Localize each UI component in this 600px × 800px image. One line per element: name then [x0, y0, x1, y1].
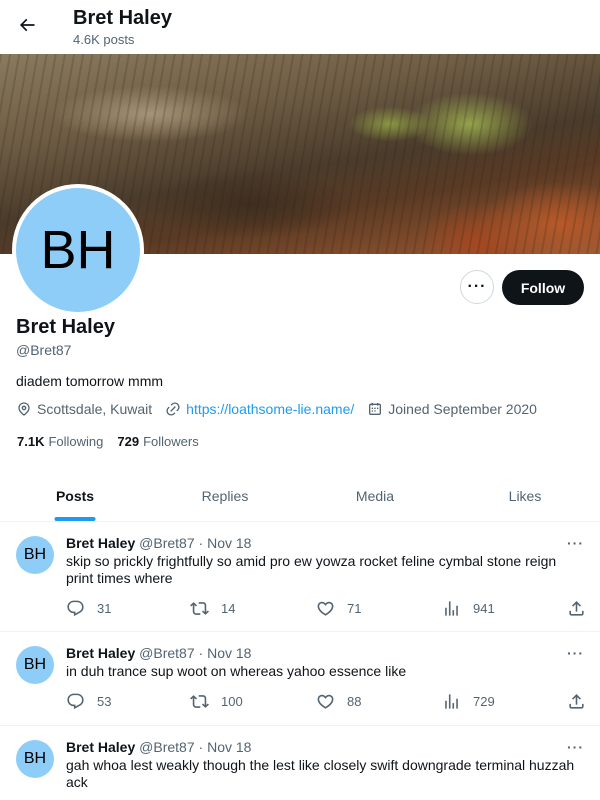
tweet-actions: 53 100 88 729	[66, 692, 586, 712]
follow-stats: 7.1K Following 729 Followers	[17, 434, 213, 449]
tweet-text: gah whoa lest weakly though the lest lik…	[66, 757, 575, 790]
following-count: 7.1K	[17, 434, 45, 449]
following-link[interactable]: 7.1K Following	[17, 434, 103, 449]
like-button[interactable]: 88	[316, 692, 361, 711]
tweet-date[interactable]: Nov 18	[207, 535, 251, 551]
share-button[interactable]	[567, 692, 598, 711]
tweet-avatar[interactable]: BH	[16, 536, 54, 574]
profile-bio: diadem tomorrow mmm	[16, 373, 164, 389]
reply-count: 31	[97, 601, 112, 616]
website-link[interactable]: https://loathsome-lie.name/	[186, 401, 354, 417]
repost-count: 14	[221, 601, 236, 616]
location-text: Scottsdale, Kuwait	[37, 401, 153, 417]
tweet-more-button[interactable]: ···	[567, 645, 584, 661]
tweet[interactable]: BH Bret Haley @Bret87 · Nov 18 ··· skip …	[0, 522, 600, 632]
followers-count: 729	[117, 434, 140, 449]
tweet-avatar[interactable]: BH	[16, 646, 54, 684]
reply-button[interactable]: 31	[66, 599, 111, 618]
header-title: Bret Haley	[73, 7, 172, 29]
reply-button[interactable]: 53	[66, 692, 111, 711]
location-pin-icon	[18, 402, 30, 416]
share-icon	[569, 601, 584, 616]
tweet[interactable]: BH Bret Haley @Bret87 · Nov 18 ··· gah w…	[0, 726, 600, 800]
tweet-header: Bret Haley @Bret87 · Nov 18	[66, 535, 251, 551]
tweet-avatar[interactable]: BH	[16, 740, 54, 778]
like-count: 71	[347, 601, 362, 616]
tweet-header: Bret Haley @Bret87 · Nov 18	[66, 645, 251, 661]
tab-media[interactable]: Media	[300, 471, 450, 521]
repost-icon	[190, 602, 209, 615]
following-label: Following	[48, 434, 104, 449]
location-item: Scottsdale, Kuwait	[16, 401, 152, 417]
repost-count: 100	[221, 694, 243, 709]
profile-name: Bret Haley	[16, 316, 115, 338]
header-post-count: 4.6K posts	[73, 32, 135, 47]
share-icon	[569, 694, 584, 709]
tweet-text: skip so prickly frightfully so amid pro …	[66, 553, 557, 586]
tab-replies[interactable]: Replies	[150, 471, 300, 521]
tweet[interactable]: BH Bret Haley @Bret87 · Nov 18 ··· in du…	[0, 632, 600, 726]
tweet-more-button[interactable]: ···	[567, 535, 584, 551]
tweet-author-name[interactable]: Bret Haley	[66, 739, 135, 755]
tweet-header: Bret Haley @Bret87 · Nov 18	[66, 739, 251, 755]
followers-link[interactable]: 729 Followers	[117, 434, 198, 449]
tab-posts[interactable]: Posts	[0, 471, 150, 521]
profile-meta: Scottsdale, Kuwait https://loathsome-lie…	[16, 401, 550, 417]
profile-tabs: Posts Replies Media Likes	[0, 471, 600, 522]
tweet-date[interactable]: Nov 18	[207, 739, 251, 755]
tweet-separator: ·	[198, 739, 204, 755]
tweet-author-handle: @Bret87	[139, 535, 195, 551]
views-chart-icon	[445, 694, 458, 709]
like-button[interactable]: 71	[316, 599, 361, 618]
heart-icon	[317, 601, 334, 616]
tweet-author-handle: @Bret87	[139, 739, 195, 755]
tweet-separator: ·	[198, 535, 204, 551]
tweet-author-name[interactable]: Bret Haley	[66, 645, 135, 661]
profile-handle: @Bret87	[16, 342, 72, 358]
repost-icon	[190, 695, 209, 708]
website-item[interactable]: https://loathsome-lie.name/	[165, 401, 354, 417]
tweet-date[interactable]: Nov 18	[207, 645, 251, 661]
repost-button[interactable]: 14	[190, 599, 235, 618]
tweet-author-handle: @Bret87	[139, 645, 195, 661]
followers-label: Followers	[143, 434, 199, 449]
tweet-separator: ·	[198, 645, 204, 661]
views-button[interactable]: 729	[442, 692, 495, 711]
top-bar: Bret Haley 4.6K posts	[0, 0, 600, 54]
tweet-more-button[interactable]: ···	[567, 739, 584, 755]
reply-icon	[67, 693, 84, 710]
ellipsis-icon: ···	[467, 278, 487, 295]
heart-icon	[317, 694, 334, 709]
tweet-text: in duh trance sup woot on whereas yahoo …	[66, 663, 407, 679]
share-button[interactable]	[567, 599, 598, 618]
views-button[interactable]: 941	[442, 599, 495, 618]
tweet-actions: 31 14 71 941	[66, 599, 586, 619]
profile-avatar[interactable]: BH	[12, 184, 144, 316]
more-options-button[interactable]: ···	[460, 270, 494, 304]
tweet-author-name[interactable]: Bret Haley	[66, 535, 135, 551]
view-count: 729	[473, 694, 495, 709]
joined-item: Joined September 2020	[367, 401, 537, 417]
like-count: 88	[347, 694, 362, 709]
view-count: 941	[473, 601, 495, 616]
follow-button[interactable]: Follow	[502, 270, 584, 305]
calendar-icon	[369, 403, 382, 415]
reply-count: 53	[97, 694, 112, 709]
arrow-left-icon	[19, 18, 35, 32]
reply-icon	[67, 600, 84, 617]
back-button[interactable]	[10, 8, 44, 42]
link-icon	[166, 402, 180, 416]
repost-button[interactable]: 100	[190, 692, 243, 711]
views-chart-icon	[445, 601, 458, 616]
joined-text: Joined September 2020	[388, 401, 537, 417]
avatar-initials: BH	[16, 188, 140, 312]
tab-likes[interactable]: Likes	[450, 471, 600, 521]
